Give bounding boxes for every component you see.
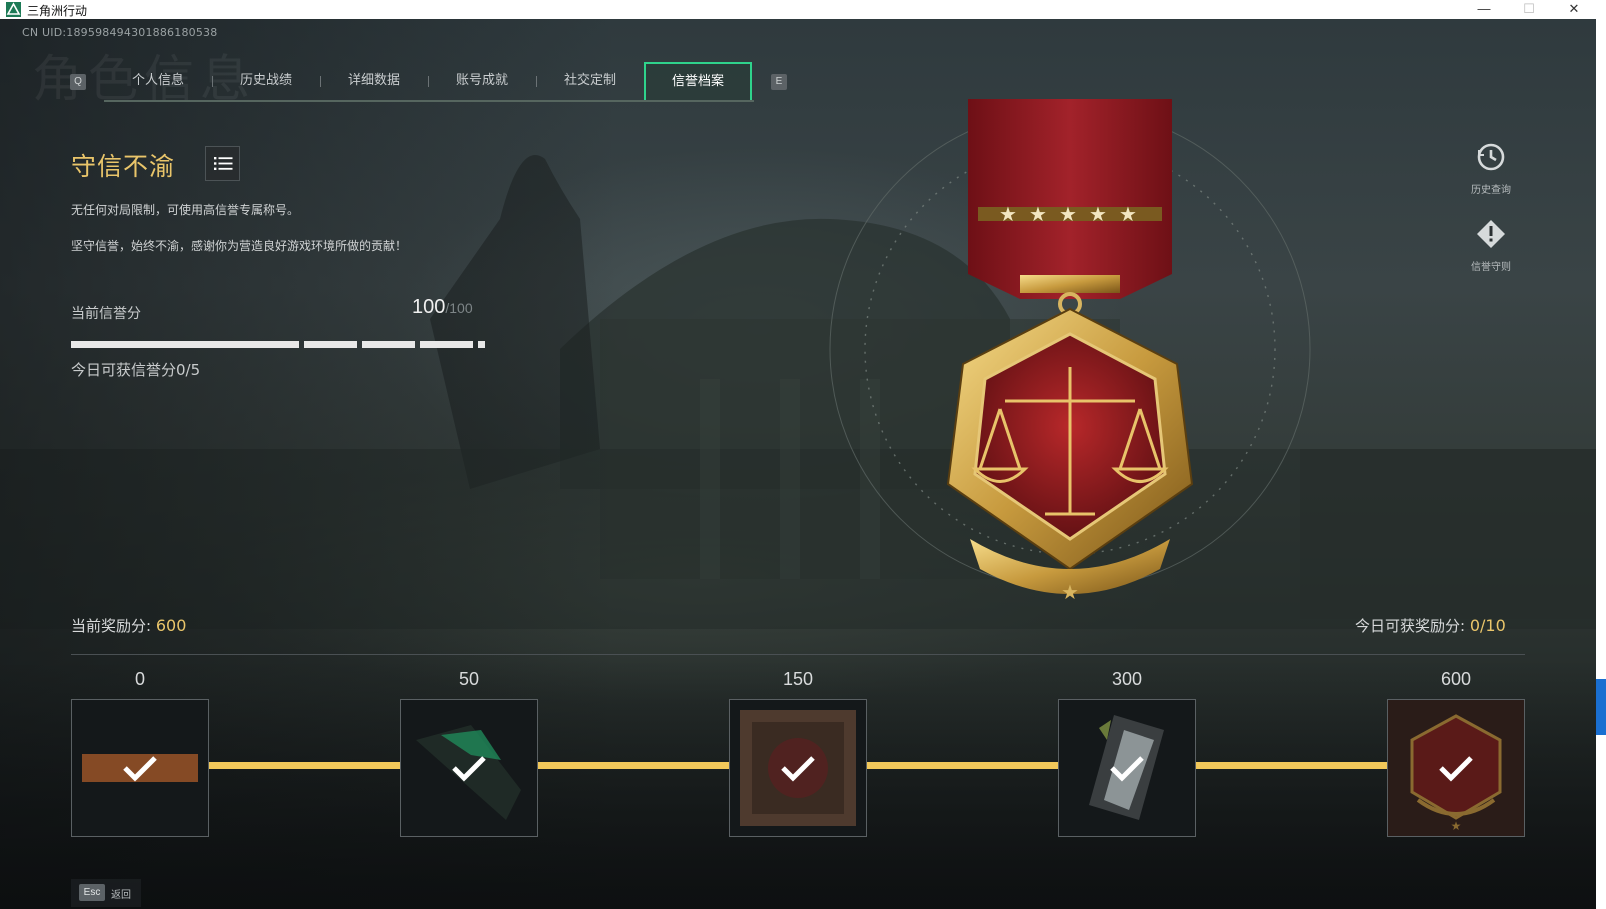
progress-segment xyxy=(304,341,357,348)
taskbar-highlight xyxy=(1596,679,1606,735)
current-reward-points: 当前奖励分: 600 xyxy=(71,615,186,636)
checkmark-icon xyxy=(1439,756,1473,782)
level-thanks-text: 坚守信誉，始终不渝，感谢你为营造良好游戏环境所做的贡献！ xyxy=(71,239,408,253)
milestone-score: 600 xyxy=(1440,669,1472,689)
game-stage: 角色信息 CN UID:1895984943018861805​38 Q 个人信… xyxy=(0,19,1606,909)
svg-text:★: ★ xyxy=(1029,204,1047,226)
tab-social-custom[interactable]: 社交定制 xyxy=(536,62,644,100)
score-value: 100 xyxy=(412,296,446,318)
svg-text:★: ★ xyxy=(1059,204,1077,226)
close-button[interactable]: ✕ xyxy=(1552,0,1596,19)
reputation-rules-button[interactable]: 信誉守则 xyxy=(1451,219,1531,273)
reputation-progress-bar xyxy=(71,341,488,349)
reward-milestone-0[interactable] xyxy=(71,699,209,837)
svg-text:★: ★ xyxy=(1451,819,1462,833)
milestone-score: 50 xyxy=(458,669,480,689)
tab-label: 详细数据 xyxy=(347,73,400,88)
svg-text:★: ★ xyxy=(1089,204,1107,226)
today-reward-points: 今日可获奖励分: 0/10 xyxy=(1355,615,1506,636)
app-logo-icon xyxy=(6,2,21,17)
current-reward-label: 当前奖励分: xyxy=(71,617,156,635)
tab-achievements[interactable]: 账号成就 xyxy=(428,62,537,100)
progress-segment xyxy=(362,341,415,348)
level-benefit-text: 无任何对局限制，可使用高信誉专属称号。 xyxy=(71,203,300,217)
current-reward-value: 600 xyxy=(155,616,187,635)
tab-label: 社交定制 xyxy=(563,73,616,88)
milestone-score: 300 xyxy=(1111,669,1143,689)
maximize-button[interactable]: ☐ xyxy=(1507,0,1551,19)
tab-label: 信誉档案 xyxy=(671,74,724,89)
history-query-label: 历史查询 xyxy=(1471,185,1511,196)
prev-tab-key-hint[interactable]: Q xyxy=(70,74,86,90)
svg-text:★: ★ xyxy=(999,204,1017,226)
reputation-score: 100/100 xyxy=(412,296,473,319)
svg-text:★: ★ xyxy=(1119,204,1137,226)
tab-label: 历史战绩 xyxy=(239,73,292,88)
tab-match-history[interactable]: 历史战绩 xyxy=(212,62,321,100)
window-titlebar: 三角洲行动 — ☐ ✕ xyxy=(0,0,1606,19)
milestone-score: 0 xyxy=(134,669,145,689)
warning-diamond-icon xyxy=(1477,220,1505,248)
checkmark-icon xyxy=(452,756,486,782)
minimize-button[interactable]: — xyxy=(1462,0,1506,19)
back-label: 返回 xyxy=(111,890,131,901)
today-reward-label: 今日可获奖励分: xyxy=(1355,617,1470,635)
reward-divider xyxy=(71,654,1525,655)
reputation-rules-label: 信誉守则 xyxy=(1471,262,1511,273)
history-query-button[interactable]: 历史查询 xyxy=(1451,142,1531,196)
checkmark-icon xyxy=(781,756,815,782)
tab-personal-info[interactable]: 个人信息 xyxy=(104,62,213,100)
progress-segment xyxy=(71,341,299,348)
list-icon xyxy=(214,157,233,170)
score-max: /100 xyxy=(445,300,473,316)
tab-label: 个人信息 xyxy=(131,73,184,88)
window-title: 三角洲行动 xyxy=(27,4,88,18)
checkmark-icon xyxy=(1110,756,1144,782)
adjacent-window-edge xyxy=(1596,19,1606,909)
reward-milestone-600[interactable]: ★ xyxy=(1387,699,1525,837)
profile-tabs: 个人信息 历史战绩 详细数据 账号成就 社交定制 信誉档案 xyxy=(104,62,754,102)
checkmark-icon xyxy=(123,756,157,782)
milestone-score: 150 xyxy=(782,669,814,689)
tab-detailed-stats[interactable]: 详细数据 xyxy=(320,62,429,100)
back-button[interactable]: Esc 返回 xyxy=(71,879,141,907)
today-reward-value: 0/10 xyxy=(1469,616,1506,635)
progress-segment xyxy=(420,341,473,348)
next-tab-key-hint[interactable]: E xyxy=(771,74,787,90)
level-list-button[interactable] xyxy=(205,146,240,181)
reward-milestone-150[interactable] xyxy=(729,699,867,837)
svg-text:★: ★ xyxy=(1061,582,1079,604)
reputation-score-label: 当前信誉分 xyxy=(71,306,141,322)
today-reputation-gain: 今日可获信誉分0/5 xyxy=(71,361,201,379)
tab-reputation-record[interactable]: 信誉档案 xyxy=(644,62,752,100)
esc-key-hint: Esc xyxy=(79,884,105,901)
tab-label: 账号成就 xyxy=(455,73,508,88)
progress-segment xyxy=(478,341,485,348)
clock-icon xyxy=(1477,143,1505,171)
reward-milestone-50[interactable] xyxy=(400,699,538,837)
player-uid: CN UID:1895984943018861805​38 xyxy=(22,26,218,39)
reward-milestone-300[interactable] xyxy=(1058,699,1196,837)
reputation-medal-image: ★ ★ ★ ★ ★ ★ xyxy=(829,99,1311,604)
reputation-level-title: 守信不渝 xyxy=(71,152,176,181)
